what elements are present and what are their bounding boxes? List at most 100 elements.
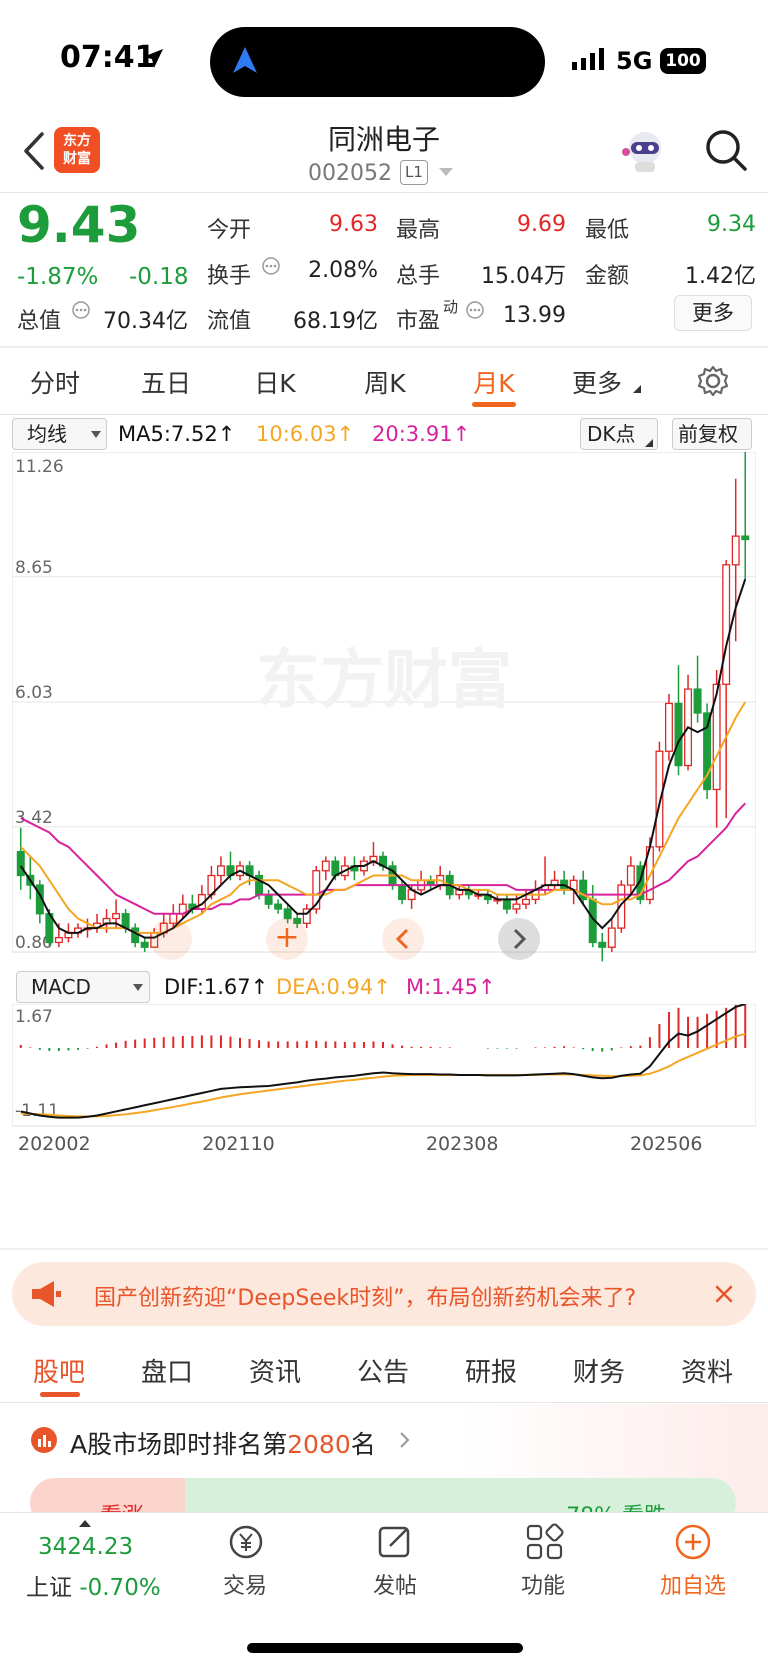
home-indicator: [247, 1643, 523, 1653]
navigation-arrow-icon: [233, 47, 257, 73]
chart-scroll-right-button[interactable]: [498, 918, 540, 960]
expand-up-icon[interactable]: [78, 1518, 92, 1528]
mktcap-info-icon[interactable]: [71, 300, 91, 320]
trade-yen-icon[interactable]: [226, 1522, 268, 1562]
chevron-right-icon: [513, 928, 527, 950]
kline-chart[interactable]: 11.268.656.033.420.80东方财富: [12, 452, 756, 968]
low-value: 9.34: [707, 212, 756, 237]
function-label[interactable]: 功能: [508, 1568, 578, 1600]
adjust-forward-label: 前复权: [678, 422, 738, 446]
x-tick-label: 202110: [202, 1133, 275, 1155]
signal-icon: [572, 48, 604, 70]
index-value[interactable]: 3424.23: [38, 1534, 133, 1560]
tab-research[interactable]: 研报: [458, 1352, 524, 1389]
change-percent: -1.87%: [17, 264, 99, 290]
volume-value: 15.04万: [481, 264, 566, 289]
float-value: 68.19亿: [293, 309, 378, 334]
rank-prefix: A股市场即时排名第: [70, 1430, 288, 1459]
high-value: 9.69: [517, 212, 566, 237]
candle-up: [321, 860, 330, 872]
chart-scroll-left-button[interactable]: [382, 918, 424, 960]
post-label[interactable]: 发帖: [360, 1568, 430, 1600]
pe-info-icon[interactable]: [465, 300, 485, 320]
macd-select-arrow-icon: [133, 984, 143, 991]
search-icon[interactable]: [704, 128, 748, 172]
open-value: 9.63: [329, 212, 378, 237]
candle-up: [607, 927, 616, 948]
back-icon[interactable]: [14, 128, 54, 174]
candle-down: [131, 927, 140, 944]
x-tick-label: 202002: [18, 1133, 91, 1155]
pe-label: 市盈: [396, 309, 441, 334]
tab-monthly-k[interactable]: 月K: [459, 364, 529, 400]
grid-function-icon[interactable]: [524, 1522, 566, 1562]
tab-pankou[interactable]: 盘口: [134, 1352, 200, 1389]
pe-superscript: 动: [443, 298, 459, 316]
dk-select-label: DK点: [587, 422, 636, 446]
ma-select-label: 均线: [27, 422, 67, 446]
dif-up-arrow-icon: ↑: [250, 975, 269, 999]
adjust-forward-button[interactable]: 前复权: [672, 418, 752, 450]
macd-select[interactable]: MACD: [16, 971, 150, 1003]
ma10-up-arrow-icon: ↑: [336, 422, 355, 446]
dropdown-triangle-icon[interactable]: [438, 167, 454, 177]
x-tick-label: 202506: [630, 1133, 703, 1155]
tab-finance[interactable]: 财务: [566, 1352, 632, 1389]
rank-suffix: 名: [350, 1430, 376, 1459]
add-watchlist-label[interactable]: 加自选: [650, 1568, 736, 1600]
x-tick-label: 202308: [426, 1133, 499, 1155]
dk-triangle-icon: [645, 439, 653, 447]
macd-chart[interactable]: 1.67-1.11202002 202110 202308 202506: [12, 1004, 756, 1242]
more-quote-button[interactable]: 更多: [674, 295, 752, 331]
y-tick-label: 8.65: [15, 558, 53, 578]
chart-zoom-out-button[interactable]: [150, 918, 192, 960]
plus-icon: +: [274, 920, 300, 955]
index-change: -0.70%: [79, 1575, 161, 1601]
banner-text[interactable]: 国产创新药迎“DeepSeek时刻”，布局创新药机会来了?: [94, 1280, 694, 1312]
candle-up: [655, 750, 664, 848]
megaphone-icon: [32, 1281, 61, 1307]
index-ticker[interactable]: 上证 -0.70%: [26, 1568, 161, 1602]
mktcap-label: 总值: [17, 309, 62, 334]
logo-text-top: 东方: [63, 133, 91, 149]
candle-down: [398, 884, 407, 901]
eastmoney-logo: 东方 财富: [54, 127, 100, 173]
candle-down: [274, 903, 283, 910]
settings-gear-icon[interactable]: [696, 364, 730, 398]
ma20-value: 20:3.91: [372, 422, 453, 446]
tabs-divider: [0, 414, 768, 415]
level-badge[interactable]: L1: [400, 160, 428, 185]
change-amount: -0.18: [129, 264, 189, 290]
tab-intraday[interactable]: 分时: [20, 364, 90, 400]
close-icon[interactable]: [712, 1282, 736, 1306]
candle-down: [741, 535, 750, 541]
add-watchlist-icon[interactable]: [672, 1522, 714, 1562]
tab-weekly-k[interactable]: 周K: [350, 364, 420, 400]
turnover-info-icon[interactable]: [261, 256, 281, 276]
market-rank[interactable]: A股市场即时排名第2080名: [70, 1425, 376, 1461]
candle-up: [216, 865, 225, 877]
stock-code[interactable]: 002052: [308, 161, 392, 186]
tab-news[interactable]: 资讯: [242, 1352, 308, 1389]
tab-guba[interactable]: 股吧: [26, 1352, 92, 1389]
candle-up: [626, 865, 635, 886]
post-edit-icon[interactable]: [374, 1522, 416, 1562]
tab-profile[interactable]: 资料: [674, 1352, 740, 1389]
chart-zoom-in-button[interactable]: +: [266, 918, 308, 960]
tab-announcements[interactable]: 公告: [350, 1352, 416, 1389]
tab-five-day[interactable]: 五日: [128, 364, 204, 400]
tab-more[interactable]: 更多: [562, 364, 632, 400]
header-divider: [0, 192, 768, 193]
quote-divider: [0, 346, 768, 348]
chevron-right-icon[interactable]: [398, 1430, 412, 1450]
stock-name: 同洲电子: [327, 123, 440, 156]
robot-assistant-icon[interactable]: [620, 128, 670, 176]
y-tick-label: 11.26: [15, 457, 64, 477]
tab-daily-k[interactable]: 日K: [240, 364, 310, 400]
high-label: 最高: [396, 218, 441, 243]
bottom-tab-indicator: [40, 1392, 80, 1397]
location-arrow-icon: [143, 49, 163, 68]
chart-divider: [0, 1248, 768, 1250]
low-label: 最低: [585, 218, 630, 243]
trade-label[interactable]: 交易: [210, 1568, 280, 1600]
